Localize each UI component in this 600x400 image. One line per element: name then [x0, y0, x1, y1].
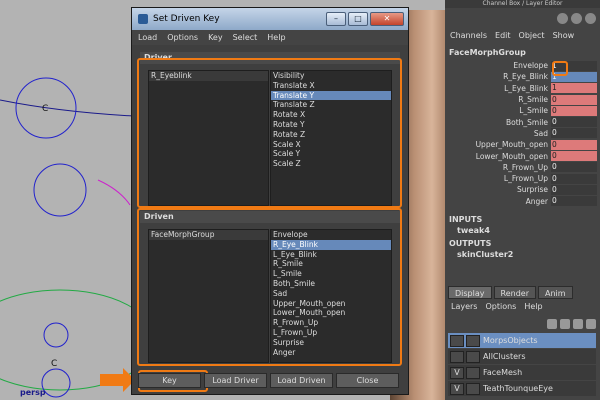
- layer-name: MorpsObjects: [483, 336, 538, 345]
- tool-settings-icon[interactable]: [585, 12, 596, 24]
- close-button[interactable]: Close: [336, 373, 399, 388]
- value-highlight: [552, 61, 568, 76]
- dialog-button-bar: Key Load Driver Load Driven Close: [138, 373, 399, 388]
- layer-visibility-toggle[interactable]: [450, 334, 464, 347]
- attribute-row: Anger 0: [445, 196, 600, 207]
- attribute-editor-icon[interactable]: [571, 12, 582, 24]
- layer-editor-tabs: Display Render Anim: [448, 286, 573, 299]
- layer-visibility-toggle[interactable]: [450, 350, 464, 363]
- menu-key[interactable]: Key: [208, 33, 223, 42]
- menu-edit[interactable]: Edit: [495, 31, 511, 40]
- move-down-icon[interactable]: [586, 319, 596, 329]
- menu-object[interactable]: Object: [519, 31, 545, 40]
- attribute-row: Upper_Mouth_open 0: [445, 139, 600, 150]
- layer-display-toggle[interactable]: [466, 350, 480, 363]
- layer-row[interactable]: V TeathTounqueEye: [448, 381, 596, 396]
- layer-toolbar: [547, 319, 596, 329]
- layer-list: MorpsObjects AllClusters V FaceMesh V Te…: [448, 333, 596, 397]
- tab-display[interactable]: Display: [448, 286, 492, 299]
- layer-name: FaceMesh: [483, 368, 523, 377]
- attribute-value[interactable]: 0: [551, 162, 597, 173]
- maximize-button[interactable]: □: [348, 12, 368, 26]
- driver-highlight: [137, 58, 402, 208]
- attribute-row: Sad 0: [445, 128, 600, 139]
- attribute-list: Envelope 1 R_Eye_Blink 1 L_Eye_Blink 1 R_Sm…: [445, 60, 600, 207]
- attribute-value[interactable]: 0: [551, 128, 597, 139]
- attribute-row: L_Eye_Blink 1: [445, 83, 600, 94]
- layer-editor-menubar: Layers Options Help: [451, 302, 543, 311]
- layer-row[interactable]: V FaceMesh: [448, 365, 596, 380]
- attribute-value[interactable]: 0: [551, 94, 597, 105]
- attribute-value[interactable]: 0: [551, 117, 597, 128]
- attribute-value[interactable]: 1: [551, 83, 597, 94]
- layer-visibility-toggle[interactable]: V: [450, 382, 464, 395]
- tab-render[interactable]: Render: [493, 286, 536, 299]
- attribute-row: R_Eye_Blink 1: [445, 71, 600, 82]
- attribute-value[interactable]: 0: [551, 196, 597, 207]
- attribute-value[interactable]: 0: [551, 139, 597, 150]
- layer-display-toggle[interactable]: [466, 334, 480, 347]
- channel-box-title: Channel Box / Layer Editor: [445, 0, 600, 8]
- load-driver-button[interactable]: Load Driver: [204, 373, 267, 388]
- load-driven-button[interactable]: Load Driven: [270, 373, 333, 388]
- attribute-row: R_Frown_Up 0: [445, 162, 600, 173]
- attribute-value[interactable]: 0: [551, 184, 597, 195]
- channel-box: Channel Box / Layer Editor Channels Edit…: [445, 0, 600, 400]
- arrow-pointer-icon: [100, 368, 135, 392]
- attribute-row: Surprise 0: [445, 184, 600, 195]
- inputs-node[interactable]: tweak4: [445, 226, 600, 237]
- layer-visibility-toggle[interactable]: V: [450, 366, 464, 379]
- move-up-icon[interactable]: [573, 319, 583, 329]
- set-driven-key-window: Set Driven Key – □ ✕ Load Options Key Se…: [131, 7, 409, 395]
- layer-from-selected-icon[interactable]: [560, 319, 570, 329]
- attribute-value[interactable]: 0: [551, 173, 597, 184]
- channel-box-object-name: FaceMorphGroup: [449, 48, 526, 57]
- attribute-value[interactable]: 0: [551, 151, 597, 162]
- tab-anim[interactable]: Anim: [537, 286, 573, 299]
- outputs-node[interactable]: skinCluster2: [445, 250, 600, 261]
- layer-name: AllClusters: [483, 352, 526, 361]
- menu-channels[interactable]: Channels: [450, 31, 487, 40]
- locator-label-c-lower: C: [51, 359, 57, 369]
- menu-layers[interactable]: Layers: [451, 302, 477, 311]
- inputs-label: INPUTS: [449, 214, 483, 224]
- menu-show[interactable]: Show: [553, 31, 575, 40]
- attribute-row: Envelope 1: [445, 60, 600, 71]
- layer-row[interactable]: AllClusters: [448, 349, 596, 364]
- window-titlebar[interactable]: Set Driven Key – □ ✕: [132, 8, 408, 30]
- layer-display-toggle[interactable]: [466, 366, 480, 379]
- locator-circle-lower: [33, 163, 87, 217]
- channel-box-menubar: Channels Edit Object Show: [445, 28, 600, 42]
- window-title: Set Driven Key: [153, 14, 220, 24]
- outputs-label: OUTPUTS: [449, 238, 492, 248]
- layer-row[interactable]: MorpsObjects: [448, 333, 596, 348]
- menu-layer-options[interactable]: Options: [485, 302, 516, 311]
- locator-label-c-upper: C: [42, 104, 48, 114]
- menu-load[interactable]: Load: [138, 33, 157, 42]
- menu-select[interactable]: Select: [233, 33, 258, 42]
- new-layer-icon[interactable]: [547, 319, 557, 329]
- dialog-menubar: Load Options Key Select Help: [132, 30, 408, 45]
- layer-name: TeathTounqueEye: [483, 384, 553, 393]
- driven-highlight: [137, 208, 402, 366]
- minimize-button[interactable]: –: [326, 12, 346, 26]
- attribute-row: L_Frown_Up 0: [445, 173, 600, 184]
- attribute-row: R_Smile 0: [445, 94, 600, 105]
- close-window-button[interactable]: ✕: [370, 12, 404, 26]
- key-button[interactable]: Key: [138, 373, 201, 388]
- channel-box-toolbar: [445, 8, 600, 28]
- layer-display-toggle[interactable]: [466, 382, 480, 395]
- channels-icon[interactable]: [557, 12, 568, 24]
- menu-layer-help[interactable]: Help: [524, 302, 542, 311]
- attribute-row: L_Smile 0: [445, 105, 600, 116]
- menu-options[interactable]: Options: [167, 33, 198, 42]
- viewport-label: persp: [20, 388, 46, 397]
- attribute-value[interactable]: 0: [551, 105, 597, 116]
- maya-app-icon: [138, 14, 148, 24]
- attribute-row: Both_Smile 0: [445, 116, 600, 128]
- menu-help[interactable]: Help: [267, 33, 285, 42]
- attribute-row: Lower_Mouth_open 0: [445, 150, 600, 162]
